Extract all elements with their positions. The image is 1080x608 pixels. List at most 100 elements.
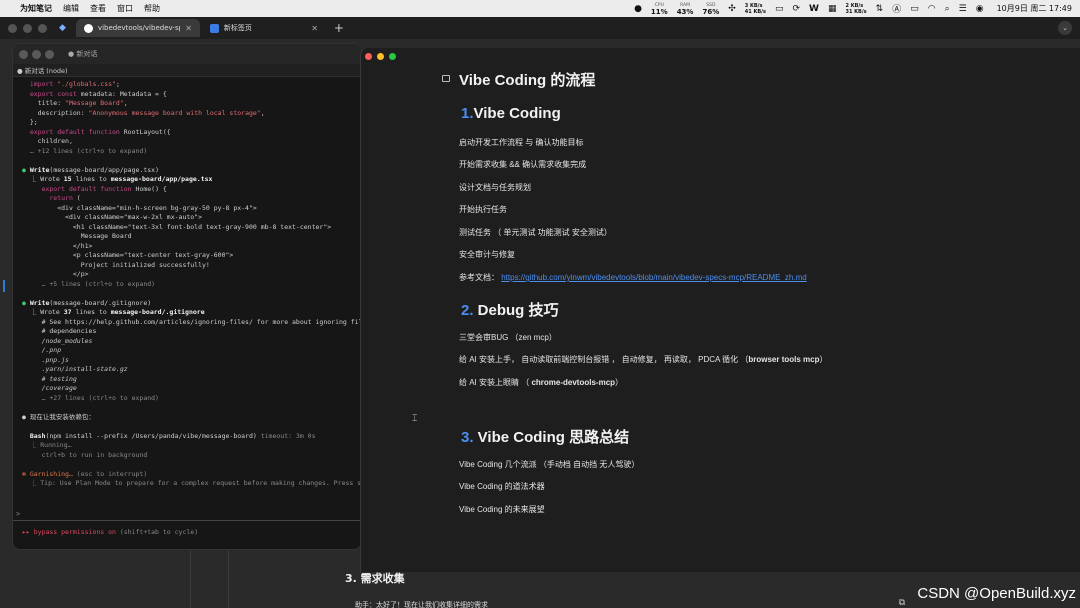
s3-item: Vibe Coding 几个流派 （手动档 自动挡 无人驾驶） — [459, 460, 640, 469]
terminal-text: lines to — [71, 175, 111, 183]
network-speed[interactable]: 3 KB/s 41 KB/s — [745, 3, 766, 15]
terminal-line: ✻ Garnishing… (esc to interrupt) — [22, 470, 353, 480]
siri-icon[interactable]: ◉ — [976, 4, 984, 14]
terminal-text: 15 — [63, 175, 72, 183]
terminal-text: , — [260, 108, 265, 117]
terminal-text: metadata: Metadata = { — [80, 89, 167, 98]
chart-icon[interactable]: ▦ — [828, 4, 837, 14]
terminal-text: # See https://help.github.com/articles/i… — [22, 317, 362, 326]
terminal-line: export default function RootLayout({ — [22, 128, 353, 138]
s1-item: 测试任务 （ 单元测试 功能测试 安全测试） — [459, 228, 612, 237]
terminal-input[interactable]: > — [13, 507, 361, 521]
menu-window[interactable]: 窗口 — [117, 3, 133, 14]
terminal-minimize-button[interactable] — [32, 49, 41, 59]
notes-close-button[interactable] — [365, 53, 372, 60]
tab-menu-icon[interactable]: ⌄ — [1058, 21, 1072, 35]
terminal-line: import "./globals.css"; — [22, 80, 353, 90]
background-heading: 3. 需求收集 — [345, 572, 405, 585]
network-speed-2[interactable]: 2 KB/s 31 KB/s — [845, 3, 866, 15]
ssd-stat[interactable]: SSD 76% — [702, 3, 719, 16]
terminal-text: <h1 className="text-3xl font-bold text-g… — [22, 222, 332, 231]
new-tab-button[interactable]: + — [334, 21, 344, 35]
terminal-text: # dependencies — [22, 327, 97, 335]
cpu-stat[interactable]: CPU 11% — [651, 3, 668, 16]
terminal-text: Message Board — [22, 232, 132, 240]
terminal-line: ● Write(message-board/app/page.tsx) — [22, 166, 353, 176]
section-2-heading: 2. Debug 技巧 — [461, 302, 559, 319]
tab-github[interactable]: vibedevtools/vibedev-specs- ✕ — [75, 19, 200, 37]
terminal-text: <div className="max-w-2xl mx-auto"> — [22, 213, 203, 221]
control-center-icon[interactable]: ☰ — [959, 4, 967, 14]
terminal-line — [22, 289, 353, 299]
terminal-title: ● 新对话 — [68, 50, 98, 58]
terminal-text: ctrl+b to run in background — [22, 450, 148, 459]
pinned-tab-icon[interactable]: ◆ — [59, 23, 66, 33]
sync-icon[interactable]: ⟳ — [792, 4, 800, 14]
ram-stat[interactable]: RAM 43% — [677, 3, 694, 16]
terminal-text: (esc to interrupt) — [72, 469, 148, 478]
reference-line: 参考文档： https://github.com/yinwm/vibedevto… — [459, 273, 807, 282]
terminal-line — [22, 403, 353, 413]
word-icon[interactable]: W — [809, 4, 819, 14]
reference-link[interactable]: https://github.com/yinwm/vibedevtools/bl… — [501, 273, 806, 282]
terminal-text: ⎿ Wrote — [22, 308, 64, 316]
input-method-icon[interactable]: Ⓐ — [892, 2, 901, 15]
terminal-text: (message-board/app/page.tsx) — [49, 165, 159, 174]
terminal-close-button[interactable] — [19, 49, 28, 59]
terminal-line: <div className="max-w-2xl mx-auto"> — [22, 213, 353, 223]
terminal-line: … +27 lines (ctrl+o to expand) — [22, 394, 353, 404]
terminal-window[interactable]: ● 新对话 ● 新对话 (node) import "./globals.css… — [12, 43, 362, 550]
terminal-text: export default function — [22, 127, 124, 136]
notes-window: Vibe Coding 的流程 1.Vibe Coding 启动开发工作流程 与… — [360, 48, 1080, 572]
terminal-line: ⎿ Wrote 37 lines to message-board/.gitig… — [22, 308, 353, 318]
display-icon[interactable]: ▭ — [910, 4, 919, 14]
tab-new-tab[interactable]: 新标签页 ✕ — [202, 19, 326, 37]
terminal-line: ● Write(message-board/.gitignore) — [22, 299, 353, 309]
active-indicator — [3, 280, 5, 292]
terminal-line: ● 现在让我安装依赖包： — [22, 413, 353, 423]
terminal-text: ⎿ Tip: Use Plan Mode to prepare for a co… — [22, 479, 362, 487]
terminal-text: Bash — [22, 431, 46, 440]
clock[interactable]: 10月9日 周二 17:49 — [997, 3, 1072, 14]
terminal-text: message-board/.gitignore — [110, 308, 205, 316]
terminal-text: /.pnp — [22, 346, 62, 354]
menu-view[interactable]: 查看 — [90, 3, 106, 14]
s1-item: 启动开发工作流程 与 确认功能目标 — [459, 138, 584, 147]
s3-item: Vibe Coding 的道法术器 — [459, 482, 545, 491]
terminal-text: timeout: 3m 0s — [260, 431, 316, 440]
permissions-label: ▸▸ bypass permissions on — [22, 528, 116, 536]
minimize-window-button[interactable] — [23, 23, 32, 33]
terminal-line: … +5 lines (ctrl+o to expand) — [22, 280, 353, 290]
terminal-zoom-button[interactable] — [45, 49, 54, 59]
terminal-text: "Anonymous message board with local stor… — [88, 108, 261, 117]
battery-icon[interactable]: ▭ — [775, 4, 784, 14]
search-icon[interactable]: ⌕ — [945, 4, 950, 14]
menu-app-name[interactable]: 为知笔记 — [20, 3, 52, 14]
terminal-text: lines to — [71, 308, 111, 316]
terminal-tab[interactable]: ● 新对话 (node) — [13, 64, 361, 77]
fan-icon[interactable]: ✣ — [728, 4, 736, 14]
terminal-line: .pnp.js — [22, 356, 353, 366]
record-icon[interactable]: ● — [634, 4, 642, 14]
notes-zoom-button[interactable] — [389, 53, 396, 60]
terminal-line: Bash(npm install --prefix /Users/panda/v… — [22, 432, 353, 442]
s1-item: 安全审计与修复 — [459, 250, 515, 259]
terminal-line — [22, 156, 353, 166]
terminal-text: <div className="min-h-screen bg-gray-50 … — [22, 203, 257, 212]
menu-edit[interactable]: 编辑 — [63, 3, 79, 14]
menu-help[interactable]: 帮助 — [144, 3, 160, 14]
notes-minimize-button[interactable] — [377, 53, 384, 60]
terminal-line: Project initialized successfully! — [22, 261, 353, 271]
wifi-icon[interactable]: ◠ — [928, 4, 936, 14]
window-corner-icon[interactable]: ⧉ — [899, 598, 905, 608]
tuning-icon[interactable]: ⇅ — [876, 4, 884, 14]
close-tab-icon[interactable]: ✕ — [185, 24, 192, 33]
terminal-text: 37 — [63, 308, 72, 316]
close-window-button[interactable] — [8, 23, 17, 33]
terminal-line: ctrl+b to run in background — [22, 451, 353, 461]
terminal-text: Project initialized successfully! — [22, 260, 210, 269]
zoom-window-button[interactable] — [38, 23, 47, 33]
close-tab-icon[interactable]: ✕ — [311, 24, 318, 33]
terminal-text: </p> — [22, 270, 89, 278]
